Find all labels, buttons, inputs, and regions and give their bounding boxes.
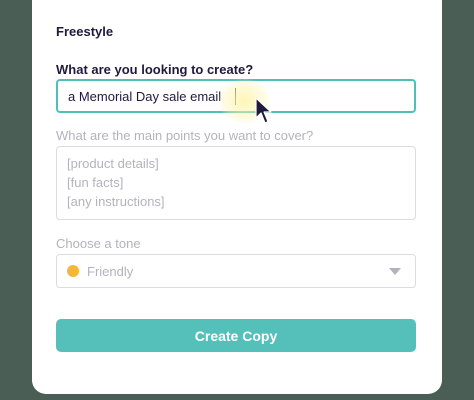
mouse-pointer-icon (255, 97, 272, 124)
points-textarea[interactable]: [product details] [fun facts] [any instr… (56, 146, 416, 220)
create-label: What are you looking to create? (56, 62, 254, 77)
create-input-value: a Memorial Day sale email (68, 88, 222, 104)
points-label: What are the main points you want to cov… (56, 128, 314, 143)
tone-select[interactable]: Friendly (56, 254, 416, 288)
create-copy-button[interactable]: Create Copy (56, 319, 416, 352)
chevron-down-icon[interactable] (389, 267, 401, 275)
tone-label: Choose a tone (56, 236, 141, 251)
text-caret (235, 87, 237, 105)
tone-select-value: Friendly (87, 263, 134, 279)
placeholder-line: [any instructions] (67, 194, 165, 209)
placeholder-line: [product details] (67, 156, 159, 171)
freestyle-form-card: Freestyle What are you looking to create… (32, 0, 442, 394)
smile-emoji-icon (67, 265, 79, 277)
placeholder-line: [fun facts] (67, 175, 124, 190)
create-input[interactable]: a Memorial Day sale email (56, 79, 416, 124)
form-heading: Freestyle (56, 24, 114, 39)
